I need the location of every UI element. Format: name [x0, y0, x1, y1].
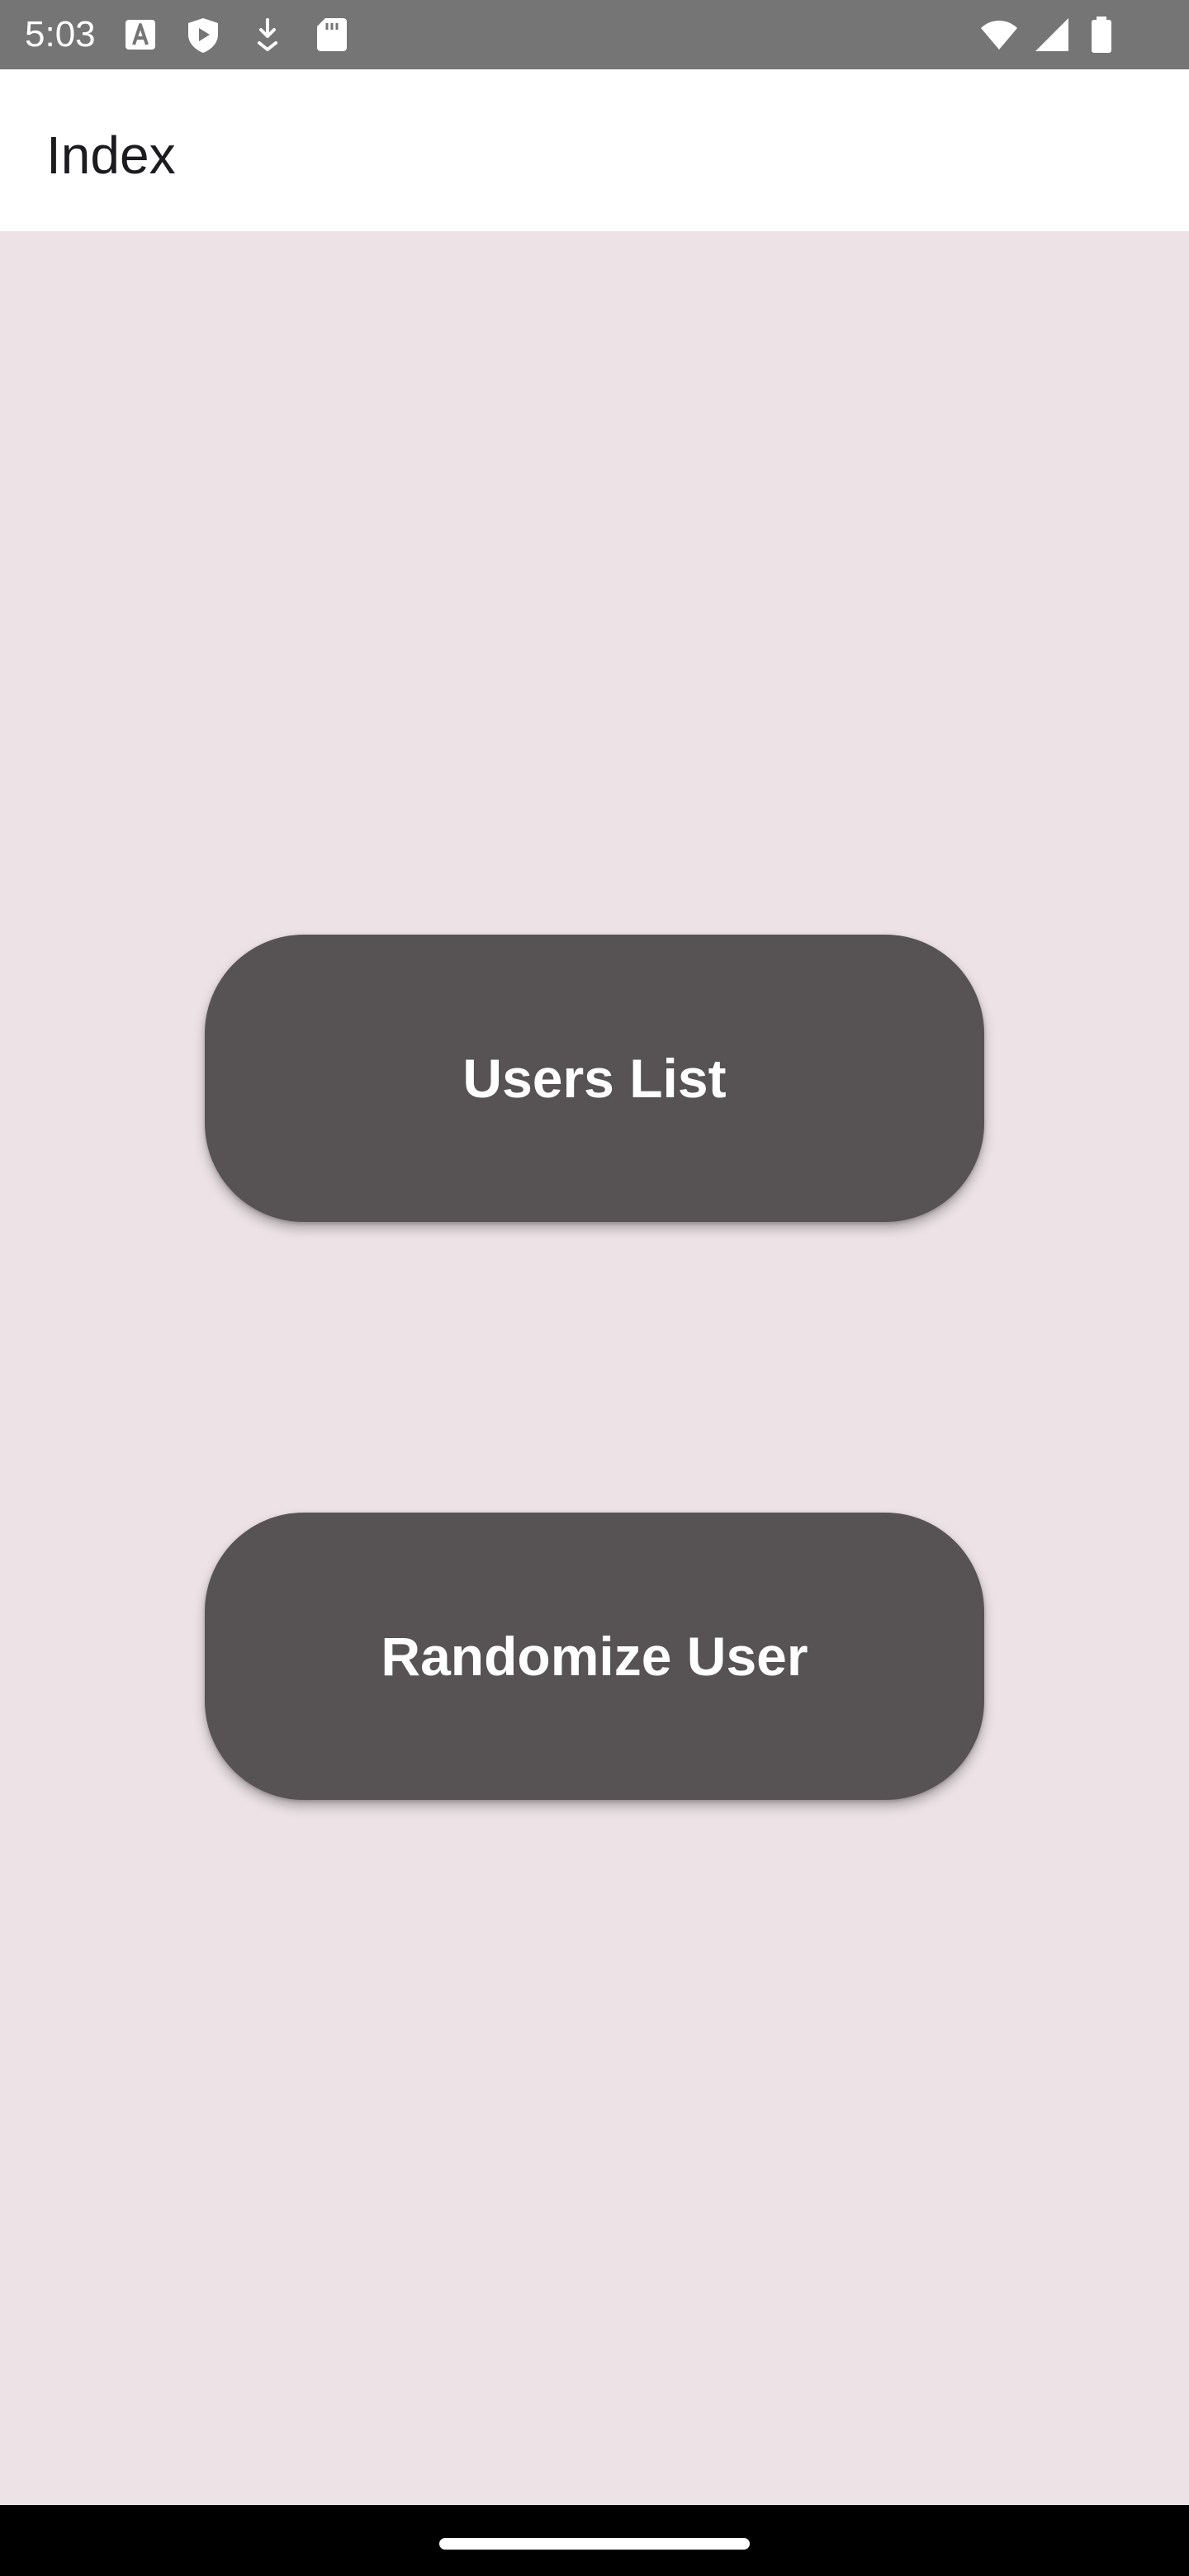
users-list-button-label: Users List [462, 1048, 727, 1109]
main-content: Users List Randomize User [0, 231, 1189, 2505]
shield-play-icon [188, 18, 218, 53]
wifi-icon [981, 21, 1017, 50]
navigation-bar [0, 2505, 1189, 2576]
home-handle[interactable] [439, 2538, 750, 2550]
battery-icon [1092, 17, 1111, 53]
text-a-icon [126, 20, 155, 50]
page-title: Index [46, 125, 176, 185]
randomize-user-button-label: Randomize User [381, 1626, 808, 1687]
status-time: 5:03 [25, 14, 96, 54]
download-icon [258, 18, 277, 51]
status-bar: 5:03 [0, 0, 1189, 69]
app-bar: Index [0, 69, 1189, 231]
signal-icon [1035, 18, 1068, 51]
randomize-user-button[interactable]: Randomize User [205, 1513, 984, 1800]
users-list-button[interactable]: Users List [205, 935, 984, 1222]
sd-card-icon [317, 18, 347, 51]
